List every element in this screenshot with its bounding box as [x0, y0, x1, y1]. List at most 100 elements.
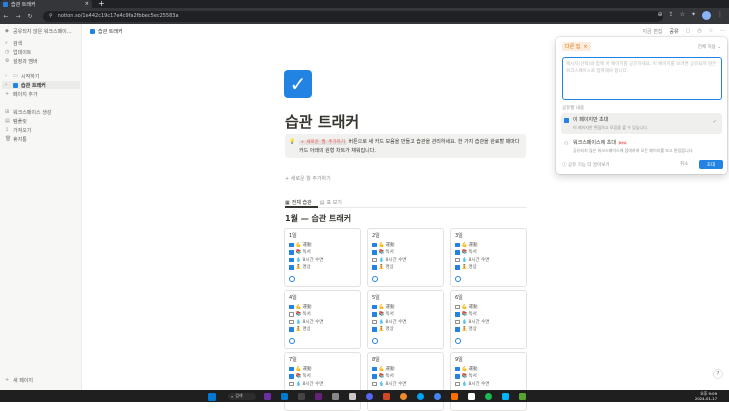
app-icon[interactable]	[400, 392, 407, 400]
habit-checkbox[interactable]	[289, 304, 294, 309]
option-invite-workspace[interactable]: ⚇ 워크스페이스에 초대 New 공유되지 않은 워크스페이스에 참여하여 모든…	[561, 136, 722, 157]
discord-icon[interactable]	[366, 392, 373, 400]
forward-icon[interactable]: →	[12, 13, 24, 20]
app-icon[interactable]	[332, 392, 339, 400]
habit-checkbox[interactable]	[455, 312, 460, 317]
extensions-icon[interactable]: ✦	[691, 11, 696, 20]
habit-checkbox[interactable]	[372, 319, 377, 324]
app-icon[interactable]	[451, 392, 458, 400]
habit-checkbox[interactable]	[455, 374, 460, 379]
habit-card[interactable]: 3일 💪 運動 📚 독서 💧 8시간 수면 🧘 명상	[450, 228, 527, 287]
option-invite-page-only[interactable]: 이 페이지만 초대 이 페이지만 편집하고 모음을 볼 수 있습니다. ✓	[561, 113, 722, 134]
habit-checkbox[interactable]	[289, 381, 294, 386]
sidebar-item-updates[interactable]: ◷ 업데이트	[5, 48, 31, 56]
habit-checkbox[interactable]	[455, 327, 460, 332]
share-button[interactable]: 공유	[669, 28, 678, 35]
tab-table-view[interactable]: ▤ 표 보기	[320, 199, 342, 207]
new-page-button[interactable]: + 새 페이지	[5, 376, 33, 384]
share-page-icon[interactable]: ⇪	[669, 11, 674, 20]
sidebar-item-search[interactable]: ⌕ 검색	[5, 39, 22, 47]
vscode-icon[interactable]	[281, 392, 288, 400]
app-icon[interactable]	[485, 392, 492, 400]
sidebar-item-create-workspace[interactable]: ⊞ 워크스페이스 생성	[5, 108, 51, 116]
cancel-button[interactable]: 취소	[680, 161, 688, 167]
reload-icon[interactable]: ↻	[24, 13, 36, 20]
habit-checkbox[interactable]	[372, 250, 377, 255]
habit-checkbox[interactable]	[289, 242, 294, 247]
habit-card[interactable]: 8일 💪 運動 📚 독서 💧 8시간 수면	[367, 352, 444, 411]
callout-block[interactable]: 💡 + 새로운 월 추가하기 버튼으로 새 카드 모음을 만들고 습관을 관리하…	[285, 134, 526, 158]
browser-tab[interactable]: 습관 트래커 ×	[0, 0, 92, 8]
learn-sharing-link[interactable]: ⓘ 공유 기능 더 알아보기	[562, 162, 610, 168]
habit-checkbox[interactable]	[455, 366, 460, 371]
app-icon[interactable]	[349, 392, 356, 400]
habit-card[interactable]: 7일 💪 運動 📚 독서 💧 8시간 수면	[284, 352, 361, 411]
habit-checkbox[interactable]	[289, 366, 294, 371]
sidebar-page-getting-started[interactable]: › ▭ 시작하기	[5, 72, 39, 80]
habit-checkbox[interactable]	[455, 319, 460, 324]
comment-icon[interactable]: ▢	[686, 28, 691, 35]
permission-dropdown[interactable]: 전체 허용 ⌄	[698, 44, 721, 50]
app-icon[interactable]	[383, 392, 390, 400]
habit-checkbox[interactable]	[289, 319, 294, 324]
app-icon[interactable]	[519, 392, 526, 400]
habit-checkbox[interactable]	[289, 312, 294, 317]
breadcrumb[interactable]: 습관 트래커	[90, 28, 123, 35]
install-icon[interactable]: ⊕	[658, 11, 663, 20]
app-icon[interactable]	[502, 392, 509, 400]
favorite-star-icon[interactable]: ☆	[709, 28, 713, 35]
edge-icon[interactable]	[417, 392, 424, 400]
habit-card[interactable]: 5일 💪 運動 📚 독서 💧 8시간 수면 🧘 명상	[367, 290, 444, 349]
habit-checkbox[interactable]	[372, 312, 377, 317]
menu-icon[interactable]: ⋮	[717, 11, 723, 20]
invite-button[interactable]: 초대	[699, 160, 723, 169]
app-icon[interactable]	[315, 392, 322, 400]
help-button[interactable]: ?	[713, 369, 723, 379]
habit-checkbox[interactable]	[289, 257, 294, 262]
page-checkbox-icon[interactable]: ✓	[284, 70, 312, 98]
back-icon[interactable]: ←	[0, 13, 12, 20]
taskbar-clock[interactable]: 오후 9:09 2024-01-17	[695, 391, 717, 401]
sidebar-item-settings[interactable]: ⚙ 설정과 멤버	[5, 57, 38, 65]
chrome-icon[interactable]	[434, 392, 441, 400]
address-bar[interactable]: ⚲ notion.so/1e442c19c17e4c9fa2fbbec5ec25…	[43, 10, 663, 22]
habit-checkbox[interactable]	[372, 327, 377, 332]
taskbar-search[interactable]: ⌕ 검색	[228, 392, 256, 400]
habit-checkbox[interactable]	[372, 304, 377, 309]
habit-card[interactable]: 4일 💪 運動 📚 독서 💧 8시간 수면 🧘 명상	[284, 290, 361, 349]
sidebar-item-import[interactable]: ⇩ 가져오기	[5, 126, 31, 134]
workspace-switcher[interactable]: ◆ 공유되지 않은 워크스페이...	[5, 27, 72, 35]
more-icon[interactable]: ···	[720, 28, 725, 35]
clock-icon[interactable]: ◷	[697, 28, 701, 35]
habit-checkbox[interactable]	[289, 250, 294, 255]
new-tab-button[interactable]: +	[98, 0, 105, 8]
habit-card[interactable]: 9일 💪 運動 📚 독서 💧 8시간 수면	[450, 352, 527, 411]
habit-checkbox[interactable]	[455, 304, 460, 309]
habit-checkbox[interactable]	[289, 327, 294, 332]
page-title[interactable]: 습관 트래커	[285, 111, 359, 132]
bookmark-star-icon[interactable]: ☆	[680, 11, 685, 20]
habit-card[interactable]: 1일 💪 運動 📚 독서 💧 8시간 수면 🧘 명상	[284, 228, 361, 287]
habit-checkbox[interactable]	[455, 242, 460, 247]
remove-chip-icon[interactable]: ×	[583, 44, 587, 50]
add-page-button[interactable]: + 페이지 추가	[5, 90, 38, 98]
habit-checkbox[interactable]	[372, 374, 377, 379]
file-explorer-icon[interactable]	[298, 392, 305, 400]
habit-card[interactable]: 2일 💪 運動 📚 독서 💧 8시간 수면 🧘 명상	[367, 228, 444, 287]
habit-checkbox[interactable]	[289, 265, 294, 270]
invite-message-input[interactable]: 메시지(선택)와 함께 이 페이지를 공유하세요. 이 페이지를 보려면 공유되…	[562, 57, 722, 100]
habit-checkbox[interactable]	[455, 257, 460, 262]
sidebar-page-habit-tracker[interactable]: › 습관 트래커	[2, 81, 80, 89]
habit-checkbox[interactable]	[455, 265, 460, 270]
visual-studio-icon[interactable]	[264, 392, 271, 400]
tab-all-habits[interactable]: ▦ 전체 습관	[285, 199, 312, 207]
close-tab-icon[interactable]: ×	[85, 1, 89, 7]
invitee-chip[interactable]: 다른 집 ×	[562, 42, 591, 51]
habit-checkbox[interactable]	[372, 381, 377, 386]
profile-avatar[interactable]	[702, 11, 711, 20]
habit-checkbox[interactable]	[455, 381, 460, 386]
habit-checkbox[interactable]	[372, 265, 377, 270]
windows-start-icon[interactable]	[208, 392, 216, 401]
add-month-button[interactable]: + 새로운 월 추가하기	[285, 175, 331, 182]
habit-checkbox[interactable]	[372, 242, 377, 247]
